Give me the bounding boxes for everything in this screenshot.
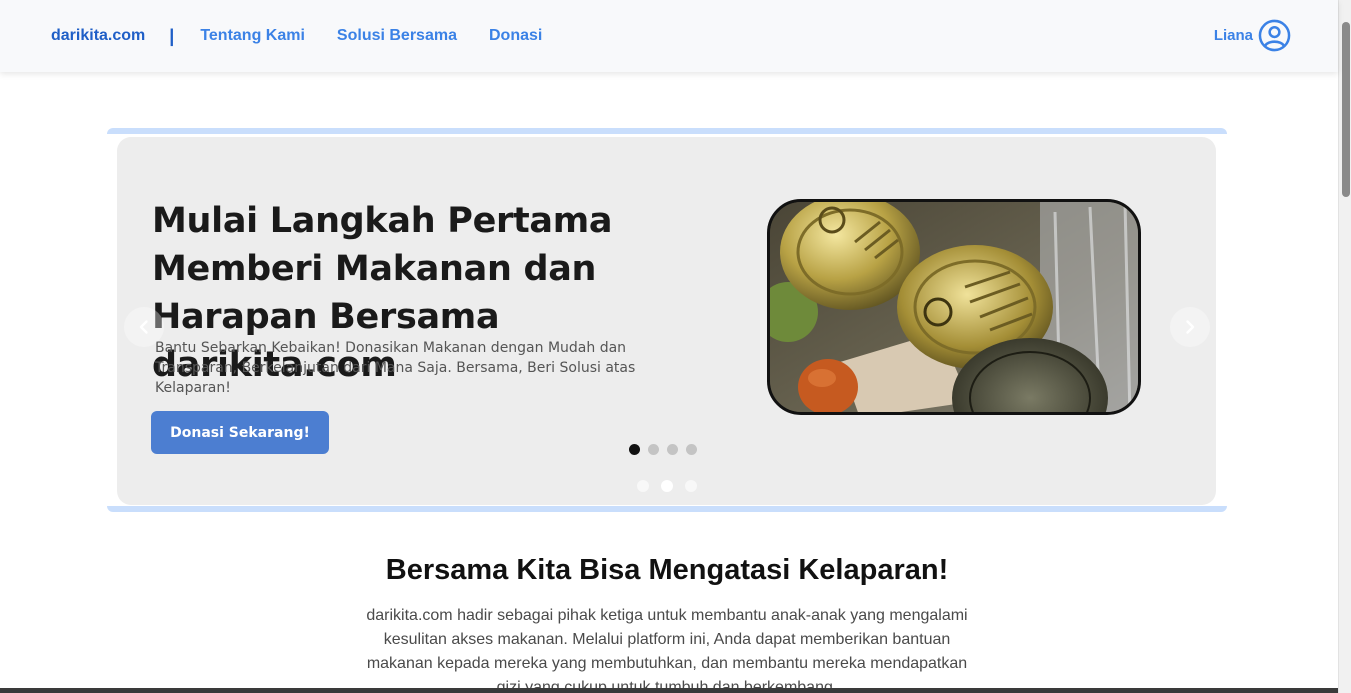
scrollbar-thumb[interactable]	[1342, 22, 1350, 197]
slide-image-indicators	[629, 444, 697, 455]
section-text: darikita.com hadir sebagai pihak ketiga …	[366, 607, 968, 693]
carousel-indicator-dot[interactable]	[637, 480, 649, 492]
vertical-scrollbar[interactable]	[1338, 0, 1351, 693]
image-indicator-dot[interactable]	[686, 444, 697, 455]
user-circle-icon[interactable]	[1258, 19, 1291, 52]
brand-logo[interactable]: darikita.com	[51, 27, 145, 45]
image-indicator-dot[interactable]	[667, 444, 678, 455]
nav-separator: |	[169, 25, 175, 46]
donate-now-button[interactable]: Donasi Sekarang!	[151, 411, 329, 454]
user-menu[interactable]: Liana	[1214, 19, 1291, 52]
section-title: Bersama Kita Bisa Mengatasi Kelaparan!	[385, 554, 949, 586]
carousel-indicator-dot[interactable]	[685, 480, 697, 492]
carousel-indicators	[637, 480, 697, 492]
window-bottom-edge	[0, 688, 1338, 693]
chevron-left-icon	[139, 320, 148, 334]
page: darikita.com | Tentang Kami Solusi Bersa…	[0, 0, 1351, 693]
image-indicator-dot[interactable]	[629, 444, 640, 455]
carousel-indicator-dot[interactable]	[661, 480, 673, 492]
carousel-next-button[interactable]	[1170, 307, 1210, 347]
chevron-right-icon	[1186, 320, 1195, 334]
navbar: darikita.com | Tentang Kami Solusi Bersa…	[0, 0, 1338, 72]
nav-link-solusi-bersama[interactable]: Solusi Bersama	[337, 27, 457, 45]
carousel-prev-button[interactable]	[124, 307, 164, 347]
image-indicator-dot[interactable]	[648, 444, 659, 455]
nav-link-tentang-kami[interactable]: Tentang Kami	[200, 27, 305, 45]
nav-link-donasi[interactable]: Donasi	[489, 27, 542, 45]
hero-description: Bantu Sebarkan Kebaikan! Donasikan Makan…	[155, 340, 636, 396]
hero-image	[767, 199, 1141, 415]
hero-slide: Mulai Langkah Pertama Memberi Makanan da…	[117, 137, 1216, 505]
user-name[interactable]: Liana	[1214, 27, 1253, 44]
